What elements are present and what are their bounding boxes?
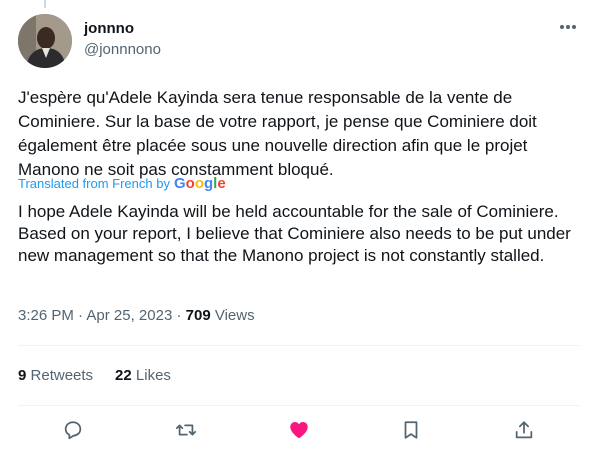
- avatar-image: [18, 14, 72, 68]
- avatar[interactable]: [18, 14, 72, 68]
- likes-label: Likes: [135, 367, 171, 384]
- display-name[interactable]: jonnno: [84, 20, 161, 38]
- retweet-button[interactable]: [173, 417, 199, 443]
- more-dots-icon: [560, 25, 576, 29]
- translated-label: Translated from French by: [18, 176, 170, 191]
- reply-icon: [64, 421, 82, 440]
- retweets-label: Retweets: [30, 367, 94, 384]
- divider: [18, 405, 580, 406]
- tweet-date[interactable]: Apr 25, 2023: [86, 307, 172, 324]
- user-handle[interactable]: @jonnnono: [84, 39, 161, 61]
- retweet-icon: [175, 424, 197, 436]
- views-label: Views: [214, 307, 255, 324]
- tweet-text-original: J'espère qu'Adele Kayinda sera tenue res…: [18, 88, 537, 179]
- more-options-button[interactable]: [554, 18, 582, 36]
- author-names: jonnno @jonnnono: [84, 20, 161, 61]
- google-logo: Google: [173, 175, 226, 192]
- tweet-header: jonnno @jonnnono: [18, 14, 582, 68]
- engagement-stats: 9 Retweets 22 Likes: [18, 366, 171, 386]
- heart-icon: [290, 422, 308, 439]
- views-count: 709: [185, 307, 211, 324]
- action-bar: [0, 412, 598, 448]
- bookmark-icon: [404, 421, 418, 439]
- meta-separator: ·: [176, 307, 186, 324]
- reply-button[interactable]: [60, 417, 86, 443]
- likes-stat[interactable]: 22 Likes: [115, 366, 171, 386]
- like-button[interactable]: [286, 417, 312, 443]
- share-icon: [515, 421, 533, 439]
- share-button[interactable]: [511, 417, 537, 443]
- tweet-time[interactable]: 3:26 PM: [18, 307, 74, 324]
- likes-count: 22: [115, 367, 132, 384]
- thread-connector-line: [44, 0, 46, 8]
- retweets-count: 9: [18, 367, 27, 384]
- retweets-stat[interactable]: 9 Retweets: [18, 366, 93, 386]
- divider: [18, 345, 580, 346]
- tweet-metadata: 3:26 PM · Apr 25, 2023 · 709 Views: [18, 306, 255, 326]
- bookmark-button[interactable]: [398, 417, 424, 443]
- tweet-text-translated: I hope Adele Kayinda will be held accoun…: [18, 202, 571, 265]
- translation-attribution[interactable]: Translated from French by Google: [18, 176, 226, 192]
